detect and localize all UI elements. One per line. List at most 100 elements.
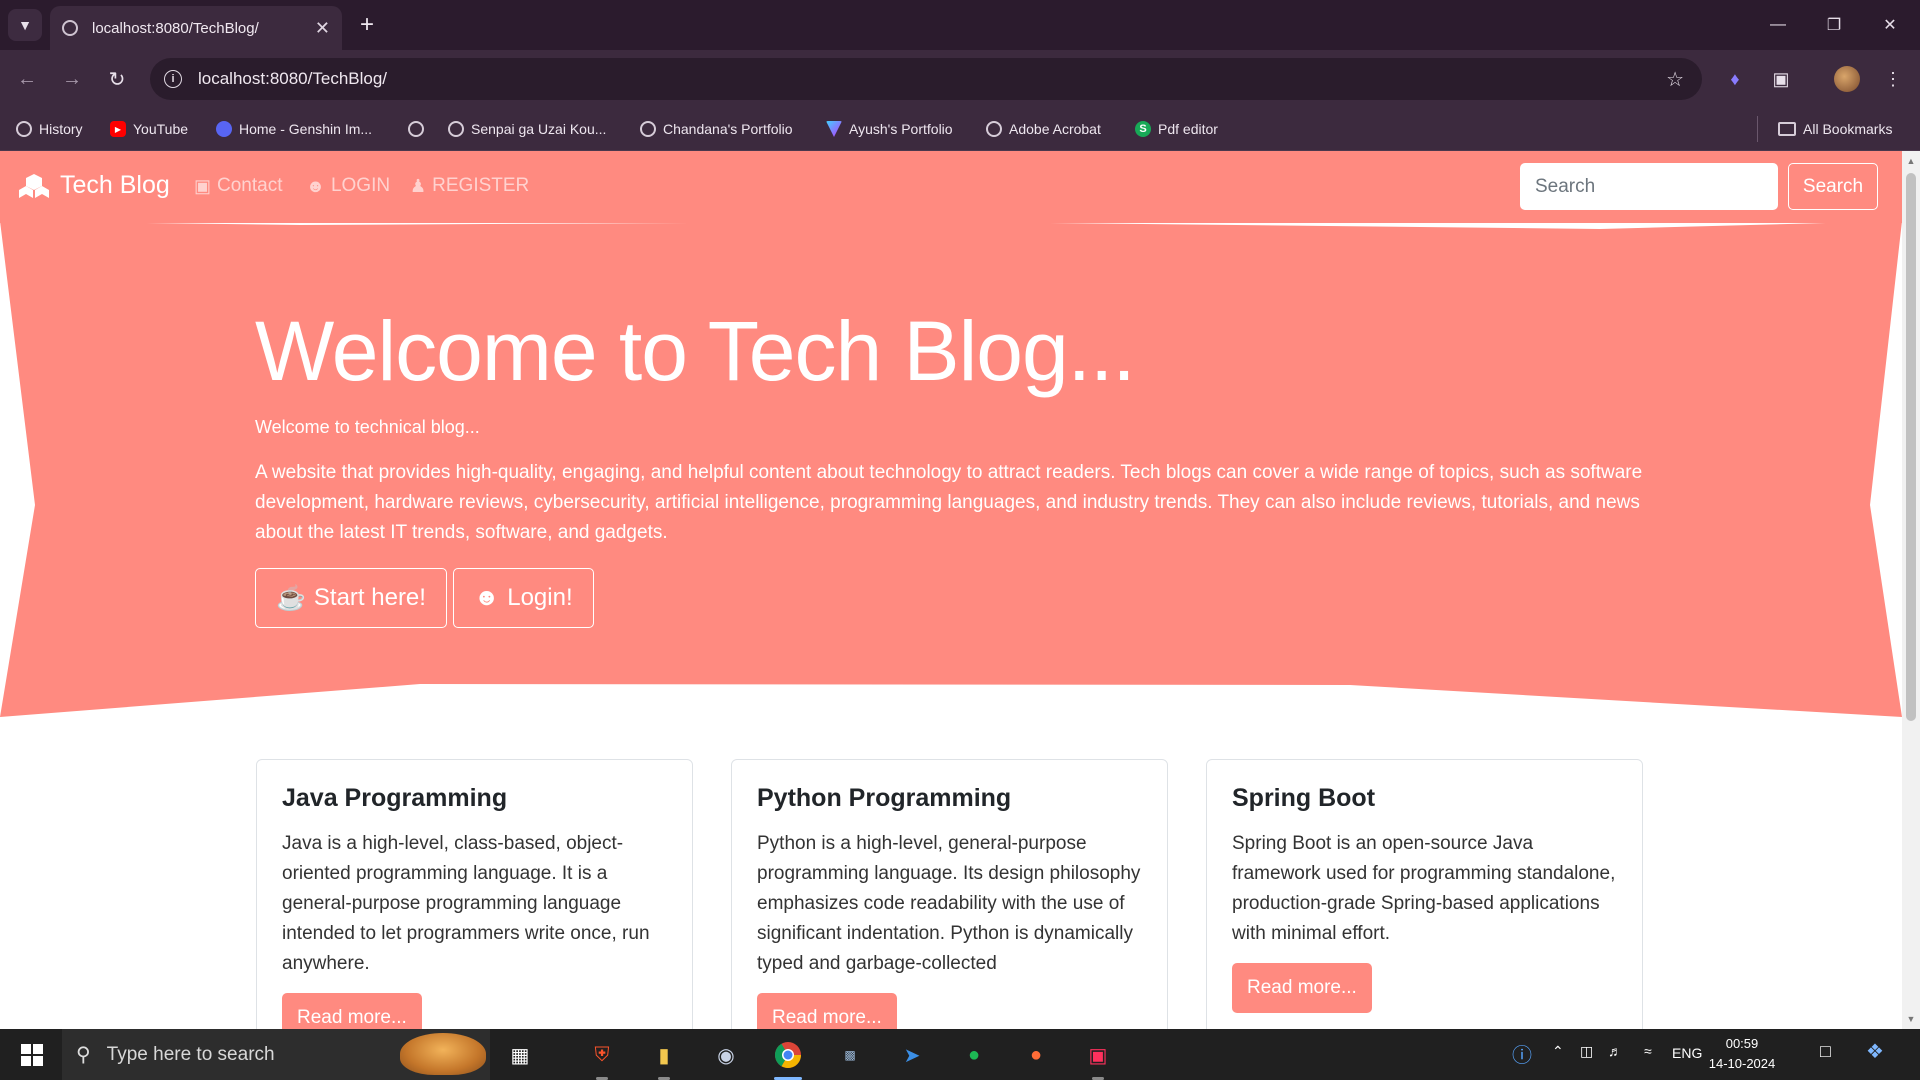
search-button[interactable]: Search bbox=[1788, 163, 1878, 210]
globe-icon bbox=[986, 121, 1002, 137]
vite-icon bbox=[826, 121, 842, 137]
card-python: Python Programming Python is a high-leve… bbox=[731, 759, 1168, 1029]
bookmark-genshin[interactable]: Home - Genshin Im... bbox=[216, 117, 372, 141]
all-bookmarks[interactable]: All Bookmarks bbox=[1778, 117, 1892, 141]
bookmark-ayush[interactable]: Ayush's Portfolio bbox=[826, 117, 953, 141]
restore-icon[interactable]: ❐ bbox=[1812, 8, 1856, 42]
bookmark-chandana[interactable]: Chandana's Portfolio bbox=[640, 117, 793, 141]
scrollbar-thumb[interactable] bbox=[1906, 173, 1916, 721]
site-info-icon[interactable]: i bbox=[164, 70, 182, 88]
window-close-icon[interactable]: ✕ bbox=[1868, 8, 1912, 42]
back-arrow-icon[interactable]: ← bbox=[12, 64, 42, 94]
user-plus-icon: ♟ bbox=[410, 175, 427, 196]
spotify-icon[interactable]: ● bbox=[952, 1035, 996, 1075]
user-circle-icon: ☻ bbox=[306, 175, 325, 196]
browser-menu-icon[interactable]: ⋮ bbox=[1878, 64, 1908, 94]
nav-login-label: LOGIN bbox=[330, 175, 391, 196]
notifications-icon[interactable]: □ bbox=[1820, 1041, 1831, 1062]
tab-title: localhost:8080/TechBlog/ bbox=[92, 19, 259, 37]
new-tab-button[interactable]: + bbox=[352, 10, 382, 40]
reload-icon[interactable]: ↻ bbox=[102, 64, 132, 94]
read-more-button[interactable]: Read more... bbox=[282, 993, 422, 1029]
tab-search-chevron-icon[interactable]: ▼ bbox=[8, 9, 42, 41]
page-scrollbar[interactable]: ▲ ▼ bbox=[1902, 151, 1920, 1029]
bookmark-label: History bbox=[39, 121, 83, 137]
bookmark-globe[interactable] bbox=[408, 117, 431, 141]
tab-close-icon[interactable]: ✕ bbox=[315, 18, 330, 39]
windows-start-icon[interactable] bbox=[8, 1037, 56, 1073]
nav-register[interactable]: ♟ REGISTER bbox=[410, 175, 529, 197]
bookmark-label: Senpai ga Uzai Kou... bbox=[471, 121, 607, 137]
taskbar-clock[interactable]: 00:59 14-10-2024 bbox=[1702, 1034, 1782, 1074]
bookmark-label: Adobe Acrobat bbox=[1009, 121, 1101, 137]
scroll-up-icon[interactable]: ▲ bbox=[1906, 156, 1916, 166]
card-text: Spring Boot is an open-source Java frame… bbox=[1232, 833, 1616, 944]
brave-browser-icon[interactable]: ⛨ bbox=[580, 1035, 624, 1080]
help-icon[interactable]: ⓘ bbox=[1512, 1039, 1532, 1068]
browser-tab[interactable]: localhost:8080/TechBlog/ ✕ bbox=[50, 6, 342, 50]
taskbar-search-placeholder: Type here to search bbox=[106, 1043, 275, 1065]
card-title: Spring Boot bbox=[1232, 784, 1376, 812]
extensions-puzzle-icon[interactable]: ▣ bbox=[1766, 64, 1796, 94]
coffee-icon: ☕ bbox=[276, 584, 306, 612]
address-book-icon: ▣ bbox=[194, 175, 212, 196]
card-text: Java is a high-level, class-based, objec… bbox=[282, 833, 650, 974]
page-viewport: Tech Blog ▣ Contact ☻ LOGIN ♟ REGISTER S… bbox=[0, 151, 1902, 1029]
start-here-label: Start here! bbox=[313, 584, 426, 611]
bookmark-acrobat[interactable]: Adobe Acrobat bbox=[986, 117, 1101, 141]
search-highlight-image bbox=[400, 1033, 486, 1075]
read-more-button[interactable]: Read more... bbox=[757, 993, 897, 1029]
extension-flame-icon[interactable]: ♦ bbox=[1720, 64, 1750, 94]
bookmark-label: YouTube bbox=[133, 121, 189, 137]
bookmark-label: Chandana's Portfolio bbox=[663, 121, 793, 137]
globe-icon bbox=[640, 121, 656, 137]
card-title: Java Programming bbox=[282, 784, 508, 812]
address-bar[interactable]: i localhost:8080/TechBlog/ ☆ bbox=[150, 58, 1702, 100]
intellij-icon[interactable]: ▣ bbox=[1076, 1035, 1120, 1080]
card-title: Python Programming bbox=[757, 784, 1012, 812]
taskbar-search-box[interactable]: ⚲ Type here to search bbox=[62, 1029, 490, 1080]
minimize-icon[interactable]: — bbox=[1756, 8, 1800, 42]
chevron-up-icon[interactable]: ⌃ bbox=[1552, 1043, 1564, 1060]
bookmark-senpai[interactable]: Senpai ga Uzai Kou... bbox=[448, 117, 606, 141]
nav-register-label: REGISTER bbox=[432, 175, 530, 196]
hero-actions: ☕ Start here! ☻ Login! bbox=[255, 568, 1655, 628]
read-more-button[interactable]: Read more... bbox=[1232, 963, 1372, 1013]
chrome-icon[interactable] bbox=[766, 1035, 810, 1080]
scroll-down-icon[interactable]: ▼ bbox=[1906, 1014, 1916, 1024]
file-explorer-icon[interactable]: ▮ bbox=[642, 1035, 686, 1080]
camera-icon[interactable]: ◉ bbox=[704, 1035, 748, 1075]
address-url[interactable]: localhost:8080/TechBlog/ bbox=[198, 69, 387, 89]
postman-icon[interactable]: ● bbox=[1014, 1035, 1058, 1075]
discord-icon bbox=[216, 121, 232, 137]
hero-login-label: Login! bbox=[507, 584, 573, 611]
history-icon bbox=[16, 121, 32, 137]
hero-login-button[interactable]: ☻ Login! bbox=[452, 568, 594, 628]
battery-icon[interactable]: ◫ bbox=[1580, 1043, 1593, 1060]
bookmark-youtube[interactable]: ▶ YouTube bbox=[110, 117, 188, 141]
nav-login[interactable]: ☻ LOGIN bbox=[306, 175, 390, 197]
volume-icon[interactable]: ♬ bbox=[1608, 1043, 1622, 1059]
mysql-workbench-icon[interactable]: ▩ bbox=[828, 1035, 872, 1075]
site-navbar: Tech Blog ▣ Contact ☻ LOGIN ♟ REGISTER S… bbox=[0, 151, 1902, 223]
start-here-button[interactable]: ☕ Start here! bbox=[255, 568, 447, 628]
bookmark-pdf-editor[interactable]: S Pdf editor bbox=[1135, 117, 1218, 141]
wifi-icon[interactable]: ≈ bbox=[1644, 1043, 1652, 1059]
copilot-icon[interactable]: ❖ bbox=[1866, 1039, 1884, 1064]
bookmark-star-icon[interactable]: ☆ bbox=[1666, 67, 1684, 92]
language-indicator[interactable]: ENG bbox=[1672, 1045, 1702, 1061]
forward-arrow-icon[interactable]: → bbox=[57, 64, 87, 94]
bookmark-history[interactable]: History bbox=[16, 117, 83, 141]
nav-contact[interactable]: ▣ Contact bbox=[194, 175, 283, 197]
clock-date: 14-10-2024 bbox=[1708, 1056, 1776, 1071]
profile-avatar[interactable] bbox=[1832, 64, 1862, 94]
search-icon: ⚲ bbox=[76, 1044, 91, 1066]
brand-link[interactable]: Tech Blog bbox=[18, 171, 170, 200]
mysql-dolphin-icon[interactable]: ➤ bbox=[890, 1035, 934, 1075]
folder-icon bbox=[1778, 122, 1796, 136]
card-text: Python is a high-level, general-purpose … bbox=[757, 833, 1141, 974]
search-input[interactable] bbox=[1520, 163, 1778, 210]
task-view-icon[interactable]: ▦ bbox=[498, 1035, 542, 1075]
bookmarks-bar: History ▶ YouTube Home - Genshin Im... Se… bbox=[0, 108, 1920, 151]
browser-toolbar: ← → ↻ i localhost:8080/TechBlog/ ☆ ♦ ▣ ⋮ bbox=[0, 50, 1920, 108]
